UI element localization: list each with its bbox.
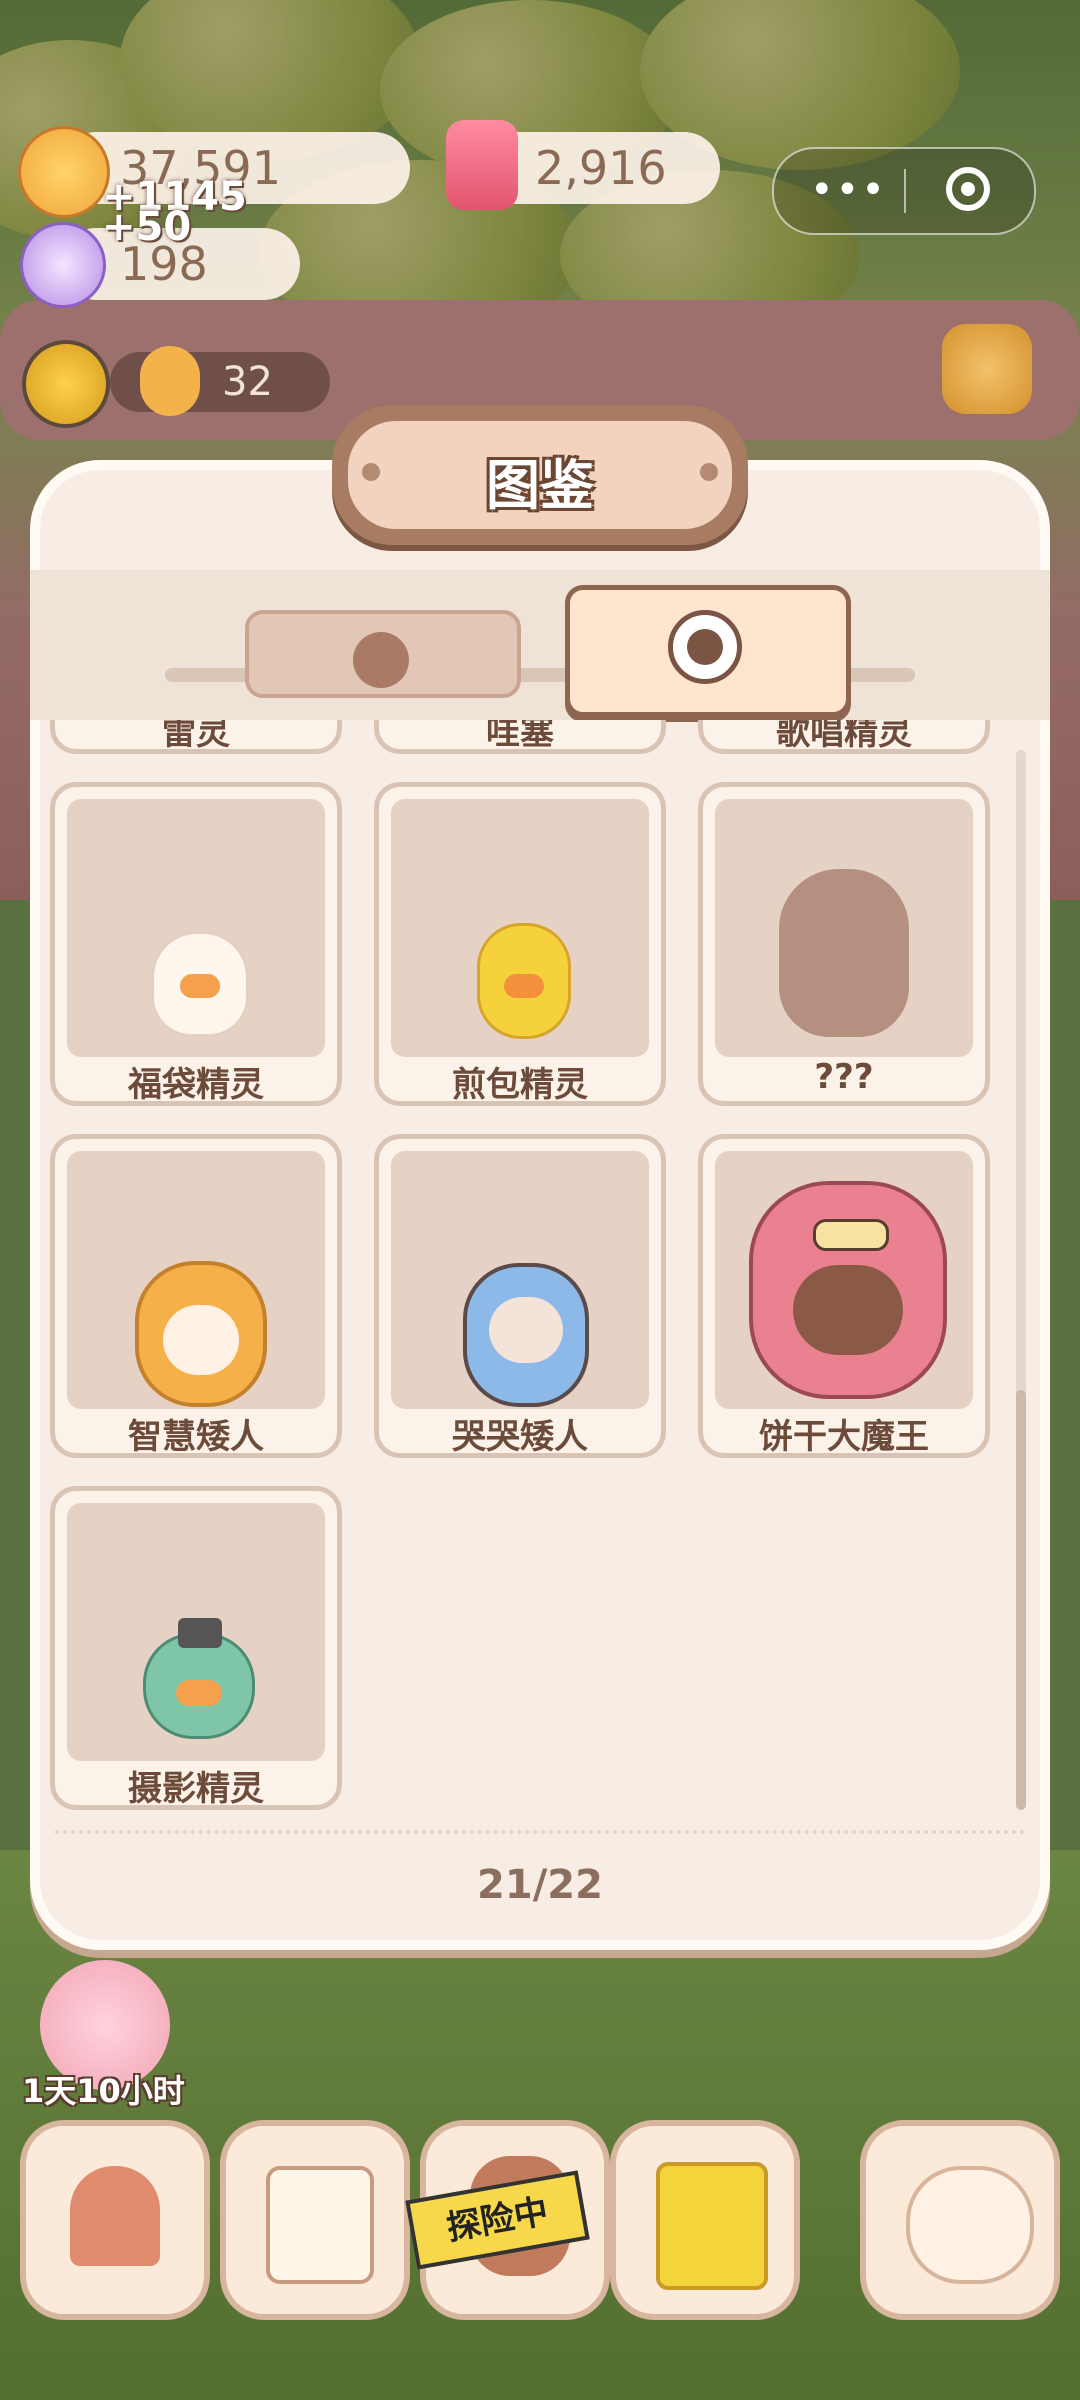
settings-gear-icon[interactable] (942, 324, 1032, 414)
tab-spirits[interactable] (565, 585, 851, 717)
panel-divider (55, 1830, 1025, 1834)
card-portrait (67, 1151, 325, 1409)
collection-card[interactable]: 饼干大魔王 (698, 1134, 990, 1458)
sun-value: 32 (222, 359, 273, 405)
cookie-face-icon (353, 632, 409, 688)
mini-program-capsule: ••• (772, 147, 1036, 235)
title-plaque: 图鉴 (332, 405, 748, 545)
card-name: 哇塞 (486, 720, 554, 753)
card-portrait (67, 1503, 325, 1761)
spirit-alarm-icon (906, 2166, 1034, 2284)
card-portrait (67, 799, 325, 1057)
collection-card[interactable]: 哭哭矮人 (374, 1134, 666, 1458)
panel-title: 图鉴 (486, 454, 594, 517)
card-name: ??? (814, 1057, 874, 1097)
card-portrait (715, 799, 973, 1057)
card-name: 智慧矮人 (128, 1417, 264, 1457)
collection-card[interactable]: 智慧矮人 (50, 1134, 342, 1458)
collection-card[interactable]: 哇塞 (374, 720, 666, 754)
more-icon[interactable]: ••• (810, 167, 887, 213)
card-name: 哭哭矮人 (452, 1417, 588, 1457)
close-target-icon[interactable] (946, 167, 990, 211)
notebook-button[interactable] (220, 2120, 410, 2320)
tab-cookies[interactable] (245, 610, 521, 698)
candy-icon (20, 222, 106, 308)
page-indicator: 21/22 (477, 1862, 603, 1908)
card-name: 煎包精灵 (452, 1065, 588, 1105)
card-portrait (391, 1151, 649, 1409)
tab-bar (30, 570, 1050, 720)
gingerbread-icon (140, 346, 200, 416)
card-name: 摄影精灵 (128, 1769, 264, 1809)
candy-gain-text: +50 (102, 204, 192, 250)
lucky-bag-spirit-icon (151, 931, 249, 1037)
card-name: 雷灵 (162, 720, 230, 753)
cookie-coin-icon (18, 126, 110, 218)
grid-scrollbar[interactable] (1016, 750, 1026, 1810)
cookie-demon-king-icon (749, 1181, 947, 1399)
card-name: 福袋精灵 (128, 1065, 264, 1105)
card-portrait (715, 1151, 973, 1409)
gem-value: 2,916 (535, 141, 667, 195)
card-name: 饼干大魔王 (759, 1417, 929, 1457)
crying-dwarf-icon (463, 1263, 589, 1407)
shop-button[interactable] (610, 2120, 800, 2320)
home-button[interactable] (20, 2120, 210, 2320)
photographer-spirit-icon (143, 1618, 255, 1739)
collection-grid: 雷灵 哇塞 歌唱精灵 福袋精灵 煎包精灵 ??? 智慧矮人 哭哭矮人 饼干大魔王… (50, 720, 1010, 1830)
card-name: 歌唱精灵 (776, 720, 912, 753)
collection-card[interactable]: 煎包精灵 (374, 782, 666, 1106)
notebook-icon (266, 2166, 374, 2284)
house-icon (70, 2166, 160, 2266)
bun-spirit-icon (477, 923, 571, 1039)
collection-card[interactable]: 雷灵 (50, 720, 342, 754)
collection-card[interactable]: 歌唱精灵 (698, 720, 990, 754)
wise-dwarf-icon (135, 1261, 267, 1407)
capsule-divider (904, 169, 906, 213)
spirit-button[interactable] (860, 2120, 1060, 2320)
sun-icon[interactable] (22, 340, 110, 428)
shop-bag-icon (656, 2162, 768, 2290)
collection-card[interactable]: 摄影精灵 (50, 1486, 342, 1810)
candle-gem-icon (446, 120, 518, 210)
scroll-thumb[interactable] (1016, 1390, 1026, 1810)
collection-card[interactable]: 福袋精灵 (50, 782, 342, 1106)
locked-silhouette-icon (779, 869, 909, 1037)
collection-card[interactable]: ??? (698, 782, 990, 1106)
event-timer: 1天10小时 (22, 2072, 185, 2110)
spirit-face-icon (668, 610, 742, 684)
card-portrait (391, 799, 649, 1057)
